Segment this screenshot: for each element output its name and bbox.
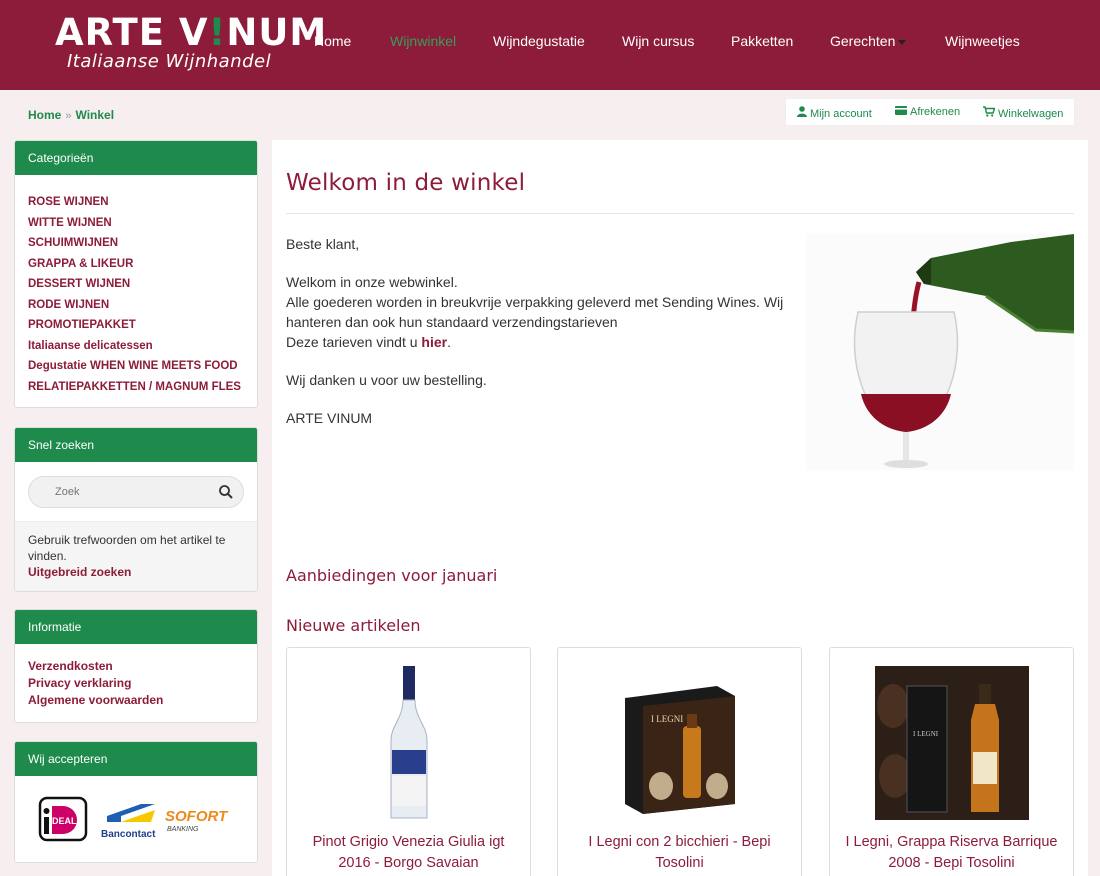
my-account-link[interactable]: Mijn account — [797, 106, 872, 120]
chevron-down-icon — [898, 39, 907, 45]
signature: ARTE VINUM — [286, 410, 373, 426]
product-name[interactable]: I Legni con 2 bicchieri - Bepi Tosolini — [568, 832, 791, 874]
info-item-verzendkosten[interactable]: Verzendkosten — [28, 658, 244, 675]
sofort-sub: BANKING — [167, 826, 199, 833]
ideal-logo: iDEAL — [38, 796, 88, 842]
offers-title: Aanbiedingen voor januari — [286, 566, 498, 585]
breadcrumb-separator: » — [65, 110, 72, 122]
cart-link[interactable]: Winkelwagen — [983, 106, 1063, 120]
category-item[interactable]: Degustatie WHEN WINE MEETS FOOD — [28, 356, 244, 377]
breadcrumb-current[interactable]: Winkel — [75, 108, 114, 122]
category-item[interactable]: PROMOTIEPAKKET — [28, 315, 244, 336]
checkout-link[interactable]: Afrekenen — [895, 106, 960, 118]
product-card[interactable]: I LEGNI I Legni, Grappa Riserva Barrique… — [829, 647, 1074, 876]
new-articles-title: Nieuwe artikelen — [286, 616, 421, 635]
category-item[interactable]: DESSERT WIJNEN — [28, 274, 244, 295]
search-help-text: Gebruik trefwoorden om het artikel te vi… — [28, 533, 226, 563]
breadcrumb: Home » Winkel — [28, 108, 114, 122]
logo-title: ARTE V!NUM — [55, 11, 328, 54]
search-box — [28, 476, 244, 508]
svg-text:I LEGNI: I LEGNI — [913, 730, 939, 738]
greeting: Beste klant, — [286, 236, 360, 252]
wine-pour-image — [806, 234, 1074, 470]
category-list: ROSE WIJNEN WITTE WIJNEN SCHUIMWIJNEN GR… — [15, 175, 257, 405]
info-title: Informatie — [15, 610, 257, 644]
nav-wijnweetjes[interactable]: Wijnweetjes — [945, 33, 1020, 49]
credit-card-icon — [895, 106, 907, 115]
payment-logos: iDEAL Bancontact SOFORT BANKING — [38, 796, 229, 842]
site-header: ARTE V!NUM Italiaanse Wijnhandel Home Wi… — [0, 0, 1100, 90]
info-panel: Informatie Verzendkosten Privacy verklar… — [14, 609, 258, 723]
nav-gerechten[interactable]: Gerechten — [830, 33, 907, 49]
product-image[interactable]: I LEGNI — [621, 686, 739, 814]
categories-title: Categorieën — [15, 141, 257, 175]
user-icon — [797, 106, 807, 117]
category-item[interactable]: RELATIEPAKKETTEN / MAGNUM FLES — [28, 377, 244, 398]
search-title: Snel zoeken — [15, 428, 257, 462]
ideal-label: iDEAL — [50, 816, 78, 826]
nav-home[interactable]: Home — [314, 33, 351, 49]
payments-panel: Wij accepteren iDEAL Bancontact SOFORT B… — [14, 741, 258, 863]
intro-paragraph: Welkom in onze webwinkel. Alle goederen … — [286, 274, 784, 350]
nav-wijnwinkel[interactable]: Wijnwinkel — [390, 33, 456, 49]
breadcrumb-home[interactable]: Home — [28, 108, 61, 122]
info-item-voorwaarden[interactable]: Algemene voorwaarden — [28, 692, 244, 709]
main-content: Welkom in de winkel Beste klant, Welkom … — [272, 140, 1088, 876]
page-title: Welkom in de winkel — [286, 170, 526, 196]
nav-wijn-cursus[interactable]: Wijn cursus — [622, 33, 694, 49]
product-name[interactable]: I Legni, Grappa Riserva Barrique 2008 - … — [840, 832, 1063, 874]
product-card[interactable]: Pinot Grigio Venezia Giulia igt 2016 - B… — [286, 647, 531, 876]
bancontact-label: Bancontact — [101, 829, 156, 840]
search-icon[interactable] — [218, 484, 234, 500]
cart-icon — [983, 106, 995, 117]
nav-pakketten[interactable]: Pakketten — [731, 33, 793, 49]
info-list: Verzendkosten Privacy verklaring Algemen… — [15, 644, 257, 721]
category-item[interactable]: SCHUIMWIJNEN — [28, 233, 244, 254]
categories-panel: Categorieën ROSE WIJNEN WITTE WIJNEN SCH… — [14, 140, 258, 408]
intro-text: Beste klant, Welkom in onze webwinkel. A… — [286, 234, 786, 446]
advanced-search-link[interactable]: Uitgebreid zoeken — [28, 564, 244, 580]
svg-text:I LEGNI: I LEGNI — [651, 714, 683, 724]
sofort-logo: SOFORT BANKING — [165, 808, 229, 833]
search-help: Gebruik trefwoorden om het artikel te vi… — [15, 521, 257, 591]
nav-wijndegustatie[interactable]: Wijndegustatie — [493, 33, 585, 49]
search-panel: Snel zoeken Gebruik trefwoorden om het a… — [14, 427, 258, 592]
thanks-text: Wij danken u voor uw bestelling. — [286, 372, 487, 388]
category-item[interactable]: Italiaanse delicatessen — [28, 336, 244, 357]
product-image[interactable] — [379, 666, 439, 822]
bancontact-logo: Bancontact — [101, 804, 156, 840]
payments-title: Wij accepteren — [15, 742, 257, 776]
title-divider — [286, 213, 1074, 214]
product-name[interactable]: Pinot Grigio Venezia Giulia igt 2016 - B… — [297, 832, 520, 874]
product-card[interactable]: I LEGNI I Legni con 2 bicchieri - Bepi T… — [557, 647, 802, 876]
account-bar: Mijn account Afrekenen Winkelwagen — [785, 98, 1075, 126]
product-image[interactable]: I LEGNI — [874, 666, 1029, 820]
category-item[interactable]: ROSE WIJNEN — [28, 192, 244, 213]
search-input[interactable] — [29, 477, 209, 507]
category-item[interactable]: WITTE WIJNEN — [28, 213, 244, 234]
category-item[interactable]: RODE WIJNEN — [28, 295, 244, 316]
shipping-rates-link[interactable]: hier — [421, 334, 447, 350]
logo-tagline: Italiaanse Wijnhandel — [67, 51, 272, 72]
category-item[interactable]: GRAPPA & LIKEUR — [28, 254, 244, 275]
site-logo[interactable]: ARTE V!NUM Italiaanse Wijnhandel — [55, 14, 327, 72]
sofort-label: SOFORT — [165, 808, 229, 825]
info-item-privacy[interactable]: Privacy verklaring — [28, 675, 244, 692]
